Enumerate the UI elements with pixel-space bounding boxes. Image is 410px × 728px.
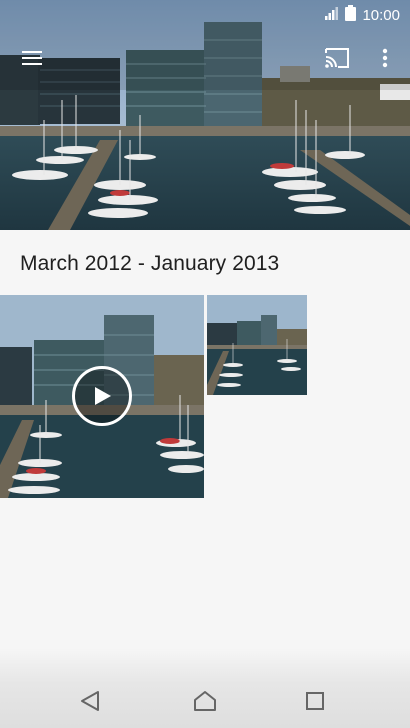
more-options-button[interactable] bbox=[365, 40, 405, 80]
system-navigation-bar bbox=[0, 648, 410, 728]
photo-thumbnail[interactable] bbox=[207, 295, 307, 395]
home-icon bbox=[193, 690, 217, 717]
back-icon bbox=[80, 690, 100, 717]
home-button[interactable] bbox=[185, 686, 225, 720]
battery-icon bbox=[345, 5, 357, 26]
album-cover-photo bbox=[0, 0, 410, 230]
status-time: 10:00 bbox=[362, 7, 400, 24]
more-vert-icon bbox=[382, 48, 388, 73]
signal-icon bbox=[325, 6, 339, 25]
media-grid bbox=[0, 295, 410, 500]
back-button[interactable] bbox=[70, 686, 110, 720]
app-toolbar bbox=[0, 40, 410, 80]
cast-button[interactable] bbox=[317, 40, 357, 80]
recents-icon bbox=[305, 691, 325, 716]
recents-button[interactable] bbox=[295, 686, 335, 720]
status-bar: 10:00 bbox=[0, 0, 410, 28]
video-thumbnail[interactable] bbox=[0, 295, 204, 498]
hamburger-menu-icon bbox=[22, 50, 42, 70]
play-icon bbox=[91, 385, 113, 407]
cast-icon bbox=[324, 47, 350, 74]
play-button[interactable] bbox=[72, 366, 132, 426]
menu-button[interactable] bbox=[12, 40, 52, 80]
date-range-title: March 2012 - January 2013 bbox=[20, 252, 280, 275]
